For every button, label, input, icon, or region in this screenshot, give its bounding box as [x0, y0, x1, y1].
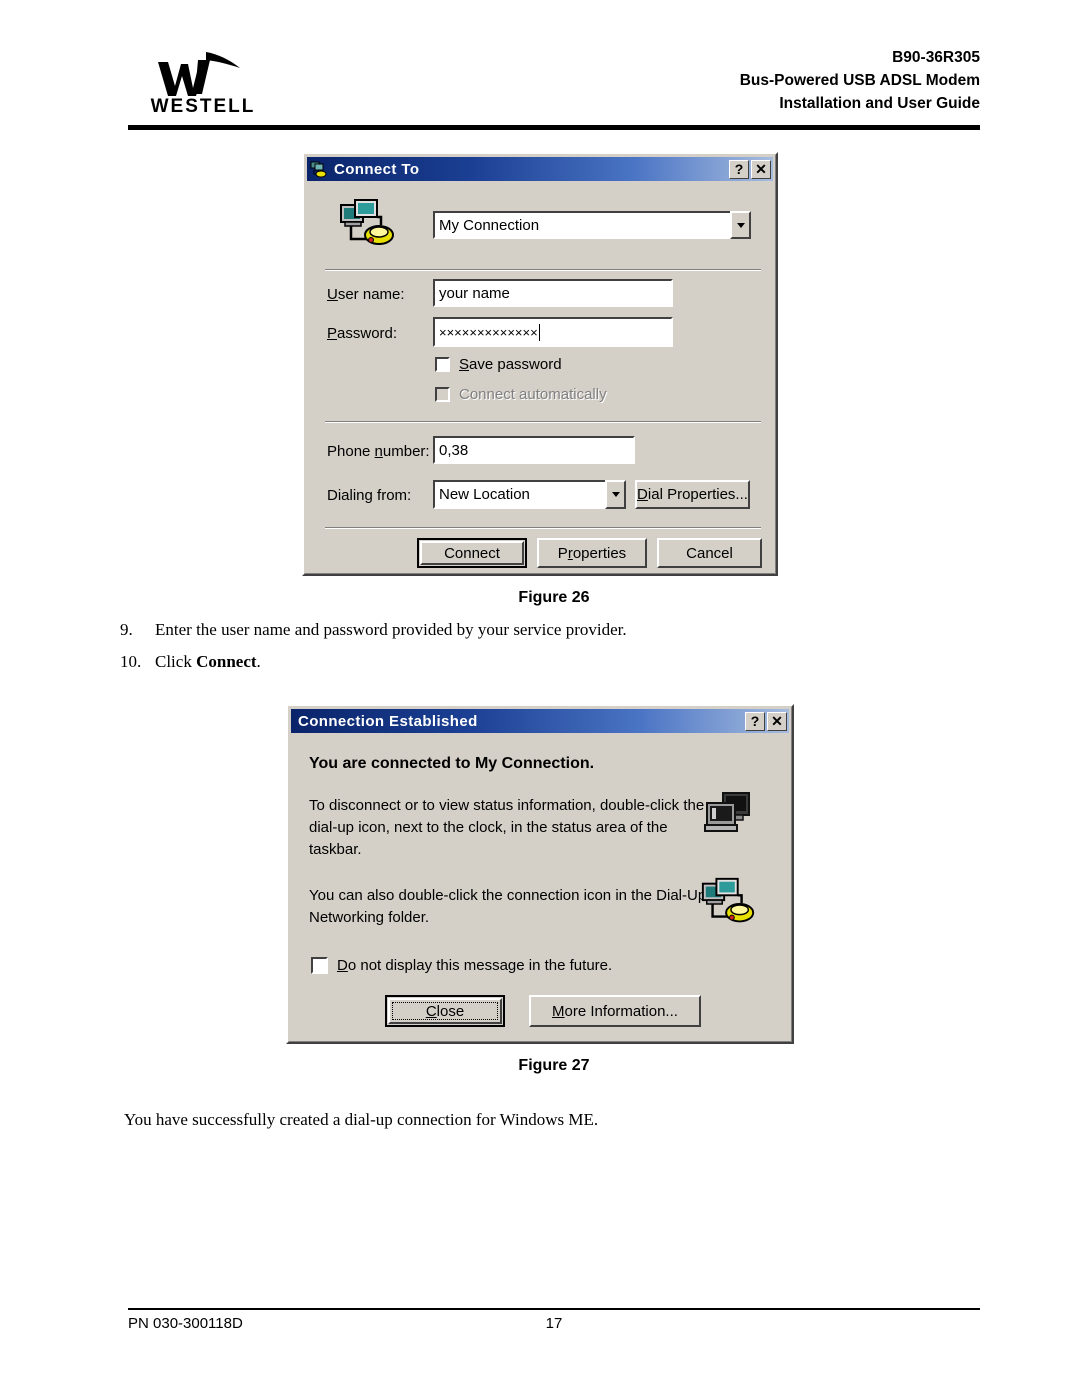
connected-heading: You are connected to My Connection. [309, 755, 595, 772]
dialup-folder-line-2: Networking folder. [309, 909, 430, 926]
dial-properties-button[interactable]: Dial Properties... [635, 480, 750, 509]
page-header: WESTELL B90-36R305 Bus-Powered USB ADSL … [128, 46, 980, 124]
westell-wordmark: WESTELL [150, 96, 256, 117]
dialup-folder-instructions: You can also double-click the connection… [309, 885, 729, 929]
step-9-number: 9. [120, 620, 133, 639]
chevron-down-icon[interactable] [605, 480, 626, 509]
username-label: User name: [327, 286, 405, 303]
save-password-checkbox[interactable] [435, 357, 450, 372]
separator-1 [325, 269, 761, 271]
dialup-networking-icon [701, 877, 755, 923]
username-value: your name [439, 284, 510, 302]
connection-name-value: My Connection [433, 211, 730, 239]
properties-button-label: Properties [557, 544, 627, 562]
phone-number-label: Phone number: [327, 443, 430, 460]
close-icon[interactable]: ✕ [751, 159, 771, 179]
dialing-from-label: Dialing from: [327, 487, 412, 504]
close-button[interactable]: Close [385, 995, 505, 1027]
connect-automatically-label: Connect automatically [459, 386, 607, 403]
dialup-folder-line-1: You can also double-click the connection… [309, 887, 707, 904]
connect-to-titlebar[interactable]: Connect To ? ✕ [307, 157, 773, 181]
figure-26-caption: Figure 26 [518, 589, 590, 606]
connection-established-dialog: Connection Established ? ✕ You are conne… [286, 704, 794, 1044]
disconnect-instructions-line-3: taskbar. [309, 841, 362, 858]
connect-automatically-checkbox [435, 387, 450, 402]
phone-number-value: 0,38 [439, 441, 469, 459]
do-not-display-label[interactable]: Do not display this message in the futur… [337, 957, 612, 974]
connect-button-label: Connect [444, 544, 500, 562]
cancel-button[interactable]: Cancel [657, 538, 762, 568]
connect-to-dialog: Connect To ? ✕ My Connection User name: … [302, 152, 778, 576]
cancel-button-label: Cancel [686, 544, 733, 562]
phone-number-input[interactable]: 0,38 [433, 436, 635, 464]
step-10-bold: Connect [196, 652, 257, 671]
phone-number-label-rest: umber: [382, 443, 430, 460]
password-label: Password: [327, 325, 398, 342]
product-line: Bus-Powered USB ADSL Modem [739, 72, 980, 89]
password-input[interactable]: ××××××××××××× [433, 317, 673, 347]
step-10-number: 10. [120, 652, 142, 671]
disconnect-instructions-line-2: dial-up icon, next to the clock, in the … [309, 819, 668, 836]
westell-logo: WESTELL [128, 48, 278, 124]
figure-27-caption: Figure 27 [518, 1057, 590, 1074]
dialing-from-value: New Location [433, 480, 605, 509]
close-button-label: Close [425, 1002, 465, 1020]
closing-text: You have successfully created a dial-up … [124, 1110, 599, 1129]
username-label-rest: ser name: [337, 286, 405, 303]
chevron-down-glyph [736, 222, 745, 228]
more-information-button-label: More Information... [552, 1002, 678, 1020]
header-divider [128, 125, 980, 130]
step-9-text: Enter the user name and password provide… [155, 620, 627, 639]
dialup-connection-icon [310, 161, 327, 178]
dialing-from-combo[interactable]: New Location [433, 480, 626, 509]
password-label-rest: assword: [337, 325, 398, 342]
chevron-down-icon[interactable] [730, 211, 751, 239]
password-value: ××××××××××××× [439, 324, 538, 340]
do-not-display-checkbox[interactable] [311, 957, 328, 974]
connection-name-combo[interactable]: My Connection [433, 211, 751, 239]
separator-2 [325, 421, 761, 423]
dialing-from-label-rest: from: [372, 487, 412, 504]
doc-number: B90-36R305 [892, 49, 980, 66]
username-input[interactable]: your name [433, 279, 673, 307]
dialup-networking-icon [340, 199, 394, 245]
computers-icon [704, 792, 750, 832]
help-button[interactable]: ? [729, 159, 749, 179]
connection-established-dialog-inner: Connection Established ? ✕ You are conne… [288, 706, 792, 1042]
footer-divider [128, 1308, 980, 1310]
close-icon[interactable]: ✕ [767, 711, 787, 731]
properties-button[interactable]: Properties [537, 538, 647, 568]
more-information-button[interactable]: More Information... [529, 995, 701, 1027]
dial-properties-label: Dial Properties... [637, 486, 748, 503]
help-button[interactable]: ? [745, 711, 765, 731]
header-title-block: B90-36R305 Bus-Powered USB ADSL Modem In… [740, 46, 980, 115]
disconnect-instructions-line-1: To disconnect or to view status informat… [309, 797, 705, 814]
step-10-text-before: Click [155, 652, 197, 671]
westell-swoosh-logo-icon [158, 52, 240, 96]
separator-3 [325, 527, 761, 529]
save-password-label-rest: ave password [469, 356, 562, 373]
close-button-face: Close [388, 998, 502, 1024]
connect-to-dialog-inner: Connect To ? ✕ My Connection User name: … [304, 154, 776, 574]
doc-subtitle: Installation and User Guide [779, 95, 980, 112]
connection-established-titlebar[interactable]: Connection Established ? ✕ [291, 709, 789, 733]
connect-automatically-text: Connect automatically [459, 386, 607, 403]
connection-established-title: Connection Established [298, 712, 478, 730]
connect-to-title: Connect To [334, 160, 420, 178]
step-10-text-after: . [256, 652, 261, 671]
text-caret [538, 323, 541, 341]
step-10-text: Click Connect. [155, 652, 261, 672]
connect-button-face: Connect [420, 541, 524, 565]
chevron-down-glyph [611, 492, 620, 497]
disconnect-instructions: To disconnect or to view status informat… [309, 795, 729, 861]
save-password-label[interactable]: Save password [459, 356, 562, 373]
footer-page-number: 17 [545, 1315, 563, 1332]
connect-button[interactable]: Connect [417, 538, 527, 568]
do-not-display-label-rest: o not display this message in the future… [347, 957, 613, 974]
